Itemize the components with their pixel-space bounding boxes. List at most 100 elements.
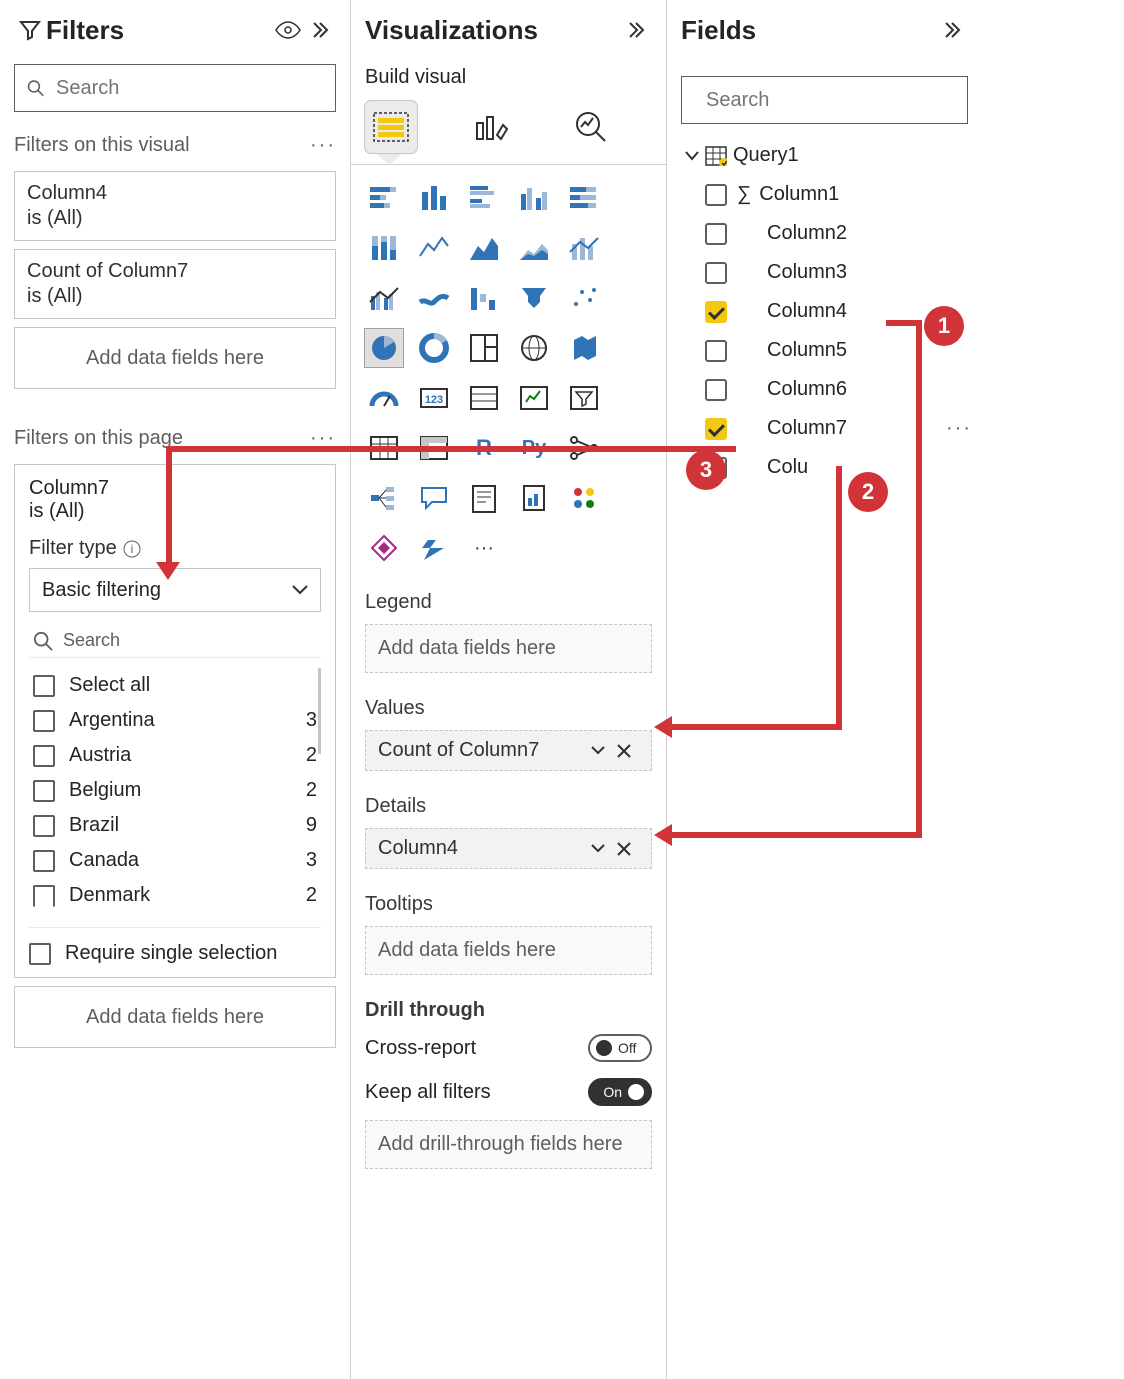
- filter-option[interactable]: Belgium2: [29, 773, 321, 808]
- filter-card-count-column7[interactable]: Count of Column7 is (All): [14, 249, 336, 319]
- viz-pie-icon[interactable]: [365, 329, 403, 367]
- page-filters-dropzone[interactable]: Add data fields here: [14, 986, 336, 1048]
- viz-line-stacked-column-icon[interactable]: [565, 229, 603, 267]
- field-column3[interactable]: Column3: [667, 253, 982, 292]
- tooltips-bucket[interactable]: Add data fields here: [365, 926, 652, 975]
- field-more[interactable]: ···: [946, 417, 972, 440]
- eye-icon[interactable]: [272, 14, 304, 46]
- visual-filters-dropzone[interactable]: Add data fields here: [14, 327, 336, 389]
- checkbox[interactable]: [705, 379, 727, 401]
- filters-search-input[interactable]: [54, 76, 323, 101]
- viz-more-icon[interactable]: ···: [465, 529, 503, 567]
- require-single-selection[interactable]: Require single selection: [29, 927, 321, 965]
- viz-line-clustered-column-icon[interactable]: [365, 279, 403, 317]
- table-query1[interactable]: Query1: [667, 136, 982, 175]
- viz-key-influencers-icon[interactable]: [565, 429, 603, 467]
- drillthrough-bucket[interactable]: Add drill-through fields here: [365, 1120, 652, 1169]
- viz-stacked-column-icon[interactable]: [415, 179, 453, 217]
- viz-decomposition-icon[interactable]: [365, 479, 403, 517]
- viz-slicer-icon[interactable]: [565, 379, 603, 417]
- keep-filters-toggle[interactable]: On: [588, 1078, 652, 1106]
- viz-scatter-icon[interactable]: [565, 279, 603, 317]
- field-column2[interactable]: Column2: [667, 214, 982, 253]
- viz-paginated-icon[interactable]: [515, 479, 553, 517]
- viz-qa-icon[interactable]: [415, 479, 453, 517]
- filter-option[interactable]: Argentina3: [29, 703, 321, 738]
- collapse-viz-icon[interactable]: [620, 14, 652, 46]
- checkbox[interactable]: [705, 340, 727, 362]
- field-column8[interactable]: Colu: [667, 448, 982, 487]
- viz-100-stacked-bar-icon[interactable]: [565, 179, 603, 217]
- checkbox[interactable]: [33, 850, 55, 872]
- details-bucket-item[interactable]: Column4: [365, 828, 652, 869]
- viz-gauge-icon[interactable]: [365, 379, 403, 417]
- viz-table-icon[interactable]: [365, 429, 403, 467]
- viz-waterfall-icon[interactable]: [465, 279, 503, 317]
- field-column1[interactable]: ∑Column1: [667, 175, 982, 214]
- viz-python-icon[interactable]: Py: [515, 429, 553, 467]
- viz-100-stacked-column-icon[interactable]: [365, 229, 403, 267]
- checkbox[interactable]: [33, 675, 55, 697]
- checkbox[interactable]: [29, 943, 51, 965]
- fields-search-input[interactable]: [704, 88, 973, 113]
- viz-powerapps-icon[interactable]: [365, 529, 403, 567]
- collapse-fields-icon[interactable]: [936, 14, 968, 46]
- checkbox[interactable]: [33, 710, 55, 732]
- viz-clustered-bar-icon[interactable]: [465, 179, 503, 217]
- viz-matrix-icon[interactable]: [415, 429, 453, 467]
- viz-multirow-card-icon[interactable]: [465, 379, 503, 417]
- checkbox[interactable]: [705, 184, 727, 206]
- values-bucket-item[interactable]: Count of Column7: [365, 730, 652, 771]
- chevron-down-icon[interactable]: [591, 746, 617, 755]
- info-icon[interactable]: i: [123, 540, 141, 558]
- visual-filters-more[interactable]: ···: [310, 134, 336, 157]
- viz-kpi-icon[interactable]: [515, 379, 553, 417]
- viz-stacked-area-icon[interactable]: [515, 229, 553, 267]
- chevron-down-icon[interactable]: [591, 844, 617, 853]
- checkbox[interactable]: [705, 223, 727, 245]
- fields-search[interactable]: [681, 76, 968, 124]
- filter-option[interactable]: Brazil9: [29, 808, 321, 843]
- filter-value-search[interactable]: Search: [29, 624, 321, 658]
- viz-appsource-icon[interactable]: [565, 479, 603, 517]
- checkbox[interactable]: [705, 457, 727, 479]
- viz-stacked-bar-icon[interactable]: [365, 179, 403, 217]
- field-column7[interactable]: Column7···: [667, 409, 982, 448]
- filter-option[interactable]: Canada3: [29, 843, 321, 878]
- filter-type-dropdown[interactable]: Basic filtering: [29, 568, 321, 612]
- viz-treemap-icon[interactable]: [465, 329, 503, 367]
- checkbox[interactable]: [705, 301, 727, 323]
- checkbox[interactable]: [33, 815, 55, 837]
- checkbox[interactable]: [705, 262, 727, 284]
- filter-option[interactable]: Denmark2: [29, 878, 321, 913]
- viz-area-icon[interactable]: [465, 229, 503, 267]
- viz-r-icon[interactable]: R: [465, 429, 503, 467]
- viz-map-icon[interactable]: [515, 329, 553, 367]
- remove-icon[interactable]: [617, 744, 643, 758]
- filter-card-column4[interactable]: Column4 is (All): [14, 171, 336, 241]
- viz-clustered-column-icon[interactable]: [515, 179, 553, 217]
- cross-report-toggle[interactable]: Off: [588, 1034, 652, 1062]
- viz-card-icon[interactable]: 123: [415, 379, 453, 417]
- filters-search[interactable]: [14, 64, 336, 112]
- viz-line-icon[interactable]: [415, 229, 453, 267]
- filter-option[interactable]: Select all: [29, 668, 321, 703]
- field-column5[interactable]: Column5: [667, 331, 982, 370]
- viz-powerautomate-icon[interactable]: [415, 529, 453, 567]
- checkbox[interactable]: [705, 418, 727, 440]
- collapse-filters-icon[interactable]: [304, 14, 336, 46]
- checkbox[interactable]: [33, 885, 55, 907]
- viz-ribbon-icon[interactable]: [415, 279, 453, 317]
- field-column4[interactable]: Column4: [667, 292, 982, 331]
- tab-analytics[interactable]: [565, 101, 617, 153]
- field-column6[interactable]: Column6: [667, 370, 982, 409]
- viz-narrative-icon[interactable]: [465, 479, 503, 517]
- filter-options-list[interactable]: Select all Argentina3 Austria2 Belgium2 …: [29, 668, 321, 913]
- filter-option[interactable]: Austria2: [29, 738, 321, 773]
- checkbox[interactable]: [33, 780, 55, 802]
- checkbox[interactable]: [33, 745, 55, 767]
- viz-funnel-icon[interactable]: [515, 279, 553, 317]
- viz-filled-map-icon[interactable]: [565, 329, 603, 367]
- tab-format[interactable]: [465, 101, 517, 153]
- remove-icon[interactable]: [617, 842, 643, 856]
